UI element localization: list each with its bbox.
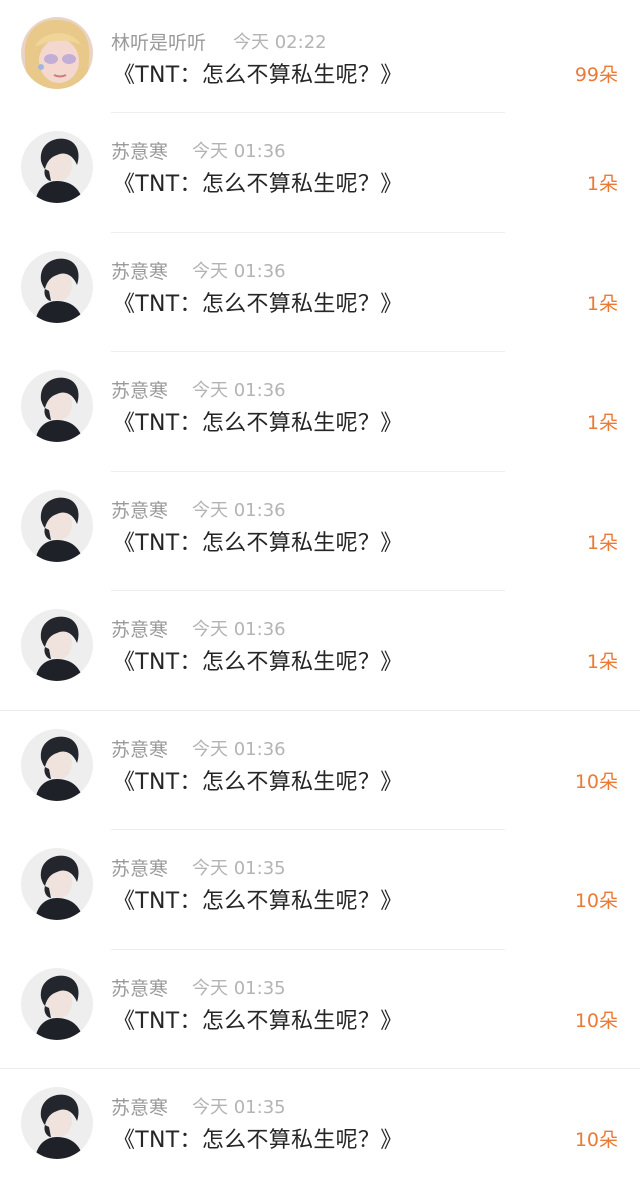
avatar[interactable] bbox=[21, 489, 93, 562]
gift-time: 今天 01:36 bbox=[192, 738, 286, 760]
gift-record-list: 林听是听听 今天 02:22 《TNT：怎么不算私生呢？》 99朵 苏意寒 今天… bbox=[0, 0, 640, 1182]
flower-count: 1朵 bbox=[586, 292, 618, 315]
sender-name[interactable]: 苏意寒 bbox=[111, 1093, 168, 1120]
sender-name[interactable]: 苏意寒 bbox=[111, 137, 168, 164]
list-item[interactable]: 苏意寒 今天 01:36 《TNT：怎么不算私生呢？》 1朵 bbox=[0, 591, 640, 711]
blonde-girl-avatar bbox=[21, 17, 93, 89]
list-item[interactable]: 苏意寒 今天 01:35 《TNT：怎么不算私生呢？》 10朵 bbox=[0, 950, 640, 1069]
avatar[interactable] bbox=[21, 131, 93, 203]
list-item[interactable]: 苏意寒 今天 01:36 《TNT：怎么不算私生呢？》 1朵 bbox=[0, 233, 640, 352]
sender-name[interactable]: 苏意寒 bbox=[111, 376, 168, 403]
list-item[interactable]: 林听是听听 今天 02:22 《TNT：怎么不算私生呢？》 99朵 bbox=[0, 0, 640, 113]
gift-time: 今天 01:35 bbox=[192, 858, 286, 879]
flower-count: 10朵 bbox=[574, 1009, 618, 1032]
work-title[interactable]: 《TNT：怎么不算私生呢？》 bbox=[113, 57, 403, 89]
sender-name[interactable]: 林听是听听 bbox=[111, 28, 206, 55]
gift-time: 今天 01:35 bbox=[192, 1097, 286, 1118]
flower-count: 99朵 bbox=[574, 64, 618, 86]
work-title[interactable]: 《TNT：怎么不算私生呢？》 bbox=[113, 1003, 403, 1035]
flower-count: 1朵 bbox=[586, 651, 618, 673]
work-title[interactable]: 《TNT：怎么不算私生呢？》 bbox=[113, 764, 403, 796]
dark-hair-boy-avatar bbox=[21, 967, 93, 1040]
list-item[interactable]: 苏意寒 今天 01:35 《TNT：怎么不算私生呢？》 10朵 bbox=[0, 830, 640, 950]
gift-time: 今天 01:36 bbox=[192, 619, 286, 640]
sender-name[interactable]: 苏意寒 bbox=[111, 974, 168, 1001]
list-item[interactable]: 苏意寒 今天 01:36 《TNT：怎么不算私生呢？》 1朵 bbox=[0, 113, 640, 233]
dark-hair-boy-avatar bbox=[21, 489, 93, 562]
work-title[interactable]: 《TNT：怎么不算私生呢？》 bbox=[113, 644, 403, 676]
flower-count: 1朵 bbox=[586, 173, 618, 195]
dark-hair-boy-avatar bbox=[21, 250, 93, 323]
work-title[interactable]: 《TNT：怎么不算私生呢？》 bbox=[113, 883, 403, 915]
sender-name[interactable]: 苏意寒 bbox=[111, 735, 168, 762]
flower-count: 1朵 bbox=[586, 412, 618, 434]
avatar[interactable] bbox=[21, 728, 93, 801]
dark-hair-boy-avatar bbox=[21, 728, 93, 801]
flower-count: 10朵 bbox=[574, 890, 618, 912]
dark-hair-boy-avatar bbox=[21, 1087, 93, 1159]
work-title[interactable]: 《TNT：怎么不算私生呢？》 bbox=[113, 286, 403, 318]
list-item[interactable]: 苏意寒 今天 01:36 《TNT：怎么不算私生呢？》 10朵 bbox=[0, 711, 640, 830]
avatar[interactable] bbox=[21, 609, 93, 681]
dark-hair-boy-avatar bbox=[21, 609, 93, 681]
gift-time: 今天 01:36 bbox=[192, 260, 286, 282]
sender-name[interactable]: 苏意寒 bbox=[111, 257, 168, 284]
list-item[interactable]: 苏意寒 今天 01:36 《TNT：怎么不算私生呢？》 1朵 bbox=[0, 472, 640, 591]
dark-hair-boy-avatar bbox=[21, 370, 93, 442]
flower-count: 1朵 bbox=[586, 531, 618, 554]
gift-time: 今天 01:36 bbox=[192, 499, 286, 521]
avatar[interactable] bbox=[21, 17, 93, 89]
flower-count: 10朵 bbox=[574, 770, 618, 793]
work-title[interactable]: 《TNT：怎么不算私生呢？》 bbox=[113, 405, 403, 437]
work-title[interactable]: 《TNT：怎么不算私生呢？》 bbox=[113, 1122, 403, 1154]
flower-count: 10朵 bbox=[574, 1129, 618, 1151]
sender-name[interactable]: 苏意寒 bbox=[111, 496, 168, 523]
list-item[interactable]: 苏意寒 今天 01:35 《TNT：怎么不算私生呢？》 10朵 bbox=[0, 1069, 640, 1189]
avatar[interactable] bbox=[21, 370, 93, 442]
dark-hair-boy-avatar bbox=[21, 848, 93, 920]
sender-name[interactable]: 苏意寒 bbox=[111, 615, 168, 642]
work-title[interactable]: 《TNT：怎么不算私生呢？》 bbox=[113, 525, 403, 557]
list-item[interactable]: 苏意寒 今天 01:36 《TNT：怎么不算私生呢？》 1朵 bbox=[0, 352, 640, 472]
avatar[interactable] bbox=[21, 250, 93, 323]
sender-name[interactable]: 苏意寒 bbox=[111, 854, 168, 881]
avatar[interactable] bbox=[21, 848, 93, 920]
gift-time: 今天 01:35 bbox=[192, 977, 286, 999]
gift-time: 今天 01:36 bbox=[192, 380, 286, 401]
work-title[interactable]: 《TNT：怎么不算私生呢？》 bbox=[113, 166, 403, 198]
avatar[interactable] bbox=[21, 967, 93, 1040]
gift-time: 今天 02:22 bbox=[233, 32, 327, 53]
gift-time: 今天 01:36 bbox=[192, 141, 286, 162]
dark-hair-boy-avatar bbox=[21, 131, 93, 203]
avatar[interactable] bbox=[21, 1087, 93, 1159]
